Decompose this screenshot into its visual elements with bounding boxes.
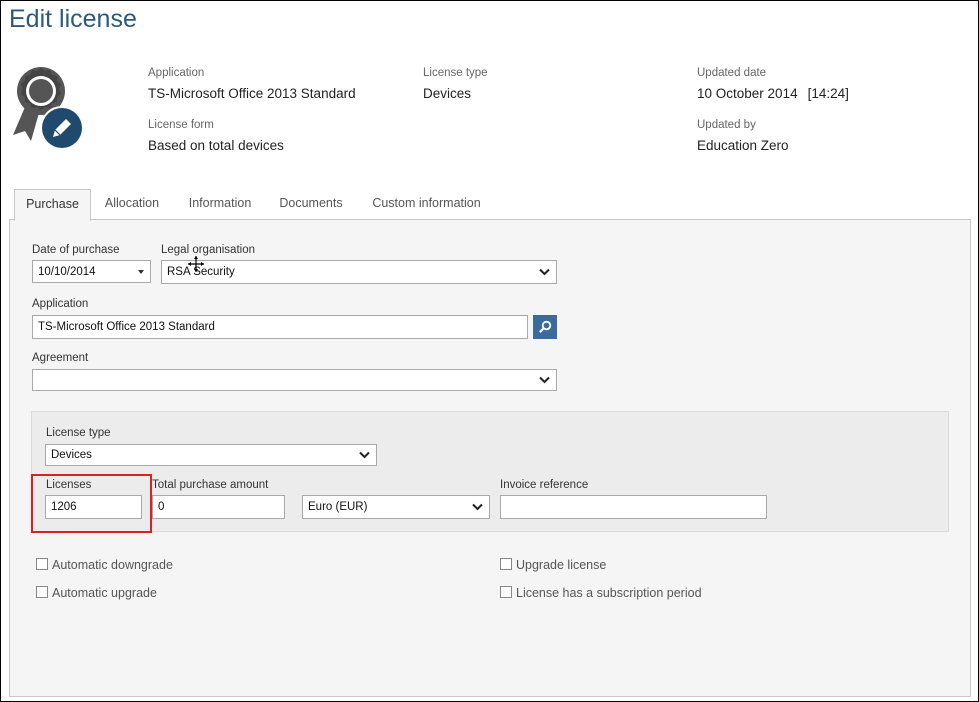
tab-allocation[interactable]: Allocation: [94, 189, 170, 219]
chevron-down-icon: [359, 451, 370, 459]
date-of-purchase-value: 10/10/2014: [38, 265, 96, 278]
date-of-purchase-field[interactable]: 10/10/2014: [32, 260, 151, 283]
summary-license-type-value: Devices: [423, 86, 472, 101]
updated-time: [14:24]: [807, 86, 849, 101]
subscription-period-checkbox[interactable]: [500, 586, 512, 598]
summary-license-type-label: License type: [423, 67, 488, 79]
tab-documents[interactable]: Documents: [271, 189, 351, 219]
licenses-highlight: [31, 474, 152, 533]
search-icon: [539, 320, 552, 333]
legal-organisation-label: Legal organisation: [161, 244, 255, 256]
invoice-reference-label: Invoice reference: [500, 479, 589, 491]
automatic-downgrade-checkbox[interactable]: [36, 558, 48, 570]
currency-value: Euro (EUR): [308, 501, 368, 513]
total-purchase-amount-value: 0: [158, 501, 165, 513]
summary-license-form-label: License form: [148, 119, 214, 131]
total-purchase-amount-label: Total purchase amount: [152, 479, 269, 491]
agreement-label: Agreement: [32, 352, 89, 364]
automatic-upgrade-label[interactable]: Automatic upgrade: [52, 586, 157, 600]
automatic-upgrade-checkbox[interactable]: [36, 586, 48, 598]
tab-purchase[interactable]: Purchase: [14, 189, 91, 221]
tab-custom-information[interactable]: Custom information: [364, 189, 489, 219]
chevron-down-icon: [539, 268, 550, 276]
application-field[interactable]: TS-Microsoft Office 2013 Standard: [32, 315, 528, 339]
subscription-period-label[interactable]: License has a subscription period: [516, 586, 702, 600]
automatic-downgrade-label[interactable]: Automatic downgrade: [52, 558, 173, 572]
invoice-reference-field[interactable]: [500, 495, 767, 519]
chevron-down-icon: [472, 503, 483, 511]
legal-organisation-select[interactable]: RSA Security: [161, 260, 557, 284]
summary-license-form-value: Based on total devices: [148, 138, 284, 153]
application-label: Application: [32, 298, 89, 310]
upgrade-license-checkbox[interactable]: [500, 558, 512, 570]
page-title: Edit license: [9, 5, 137, 33]
window-frame: Edit license Application TS-Microsoft Of…: [0, 0, 979, 702]
summary-updated-date-value: 10 October 2014 [14:24]: [697, 86, 849, 101]
application-search-button[interactable]: [533, 315, 557, 339]
updated-date: 10 October 2014: [697, 86, 798, 101]
tab-information[interactable]: Information: [178, 189, 262, 219]
currency-select[interactable]: Euro (EUR): [302, 495, 490, 519]
summary-application-label: Application: [148, 67, 205, 79]
summary-updated-by-value: Education Zero: [697, 138, 789, 153]
total-purchase-amount-field[interactable]: 0: [152, 495, 285, 519]
move-cursor-icon: [188, 256, 204, 272]
agreement-select[interactable]: [32, 369, 557, 391]
license-badge-icon: [11, 65, 87, 151]
license-type-select[interactable]: Devices: [45, 444, 377, 466]
date-of-purchase-label: Date of purchase: [32, 244, 120, 256]
upgrade-license-label[interactable]: Upgrade license: [516, 558, 606, 572]
application-value: TS-Microsoft Office 2013 Standard: [38, 321, 215, 333]
summary-application-value: TS-Microsoft Office 2013 Standard: [148, 86, 356, 101]
license-type-value: Devices: [51, 449, 92, 461]
award-ribbon-icon: [13, 67, 84, 150]
summary-updated-date-label: Updated date: [697, 67, 767, 79]
chevron-down-icon: [539, 376, 550, 384]
summary-updated-by-label: Updated by: [697, 119, 756, 131]
date-dropdown-icon[interactable]: [138, 270, 144, 274]
license-type-label: License type: [46, 427, 111, 439]
